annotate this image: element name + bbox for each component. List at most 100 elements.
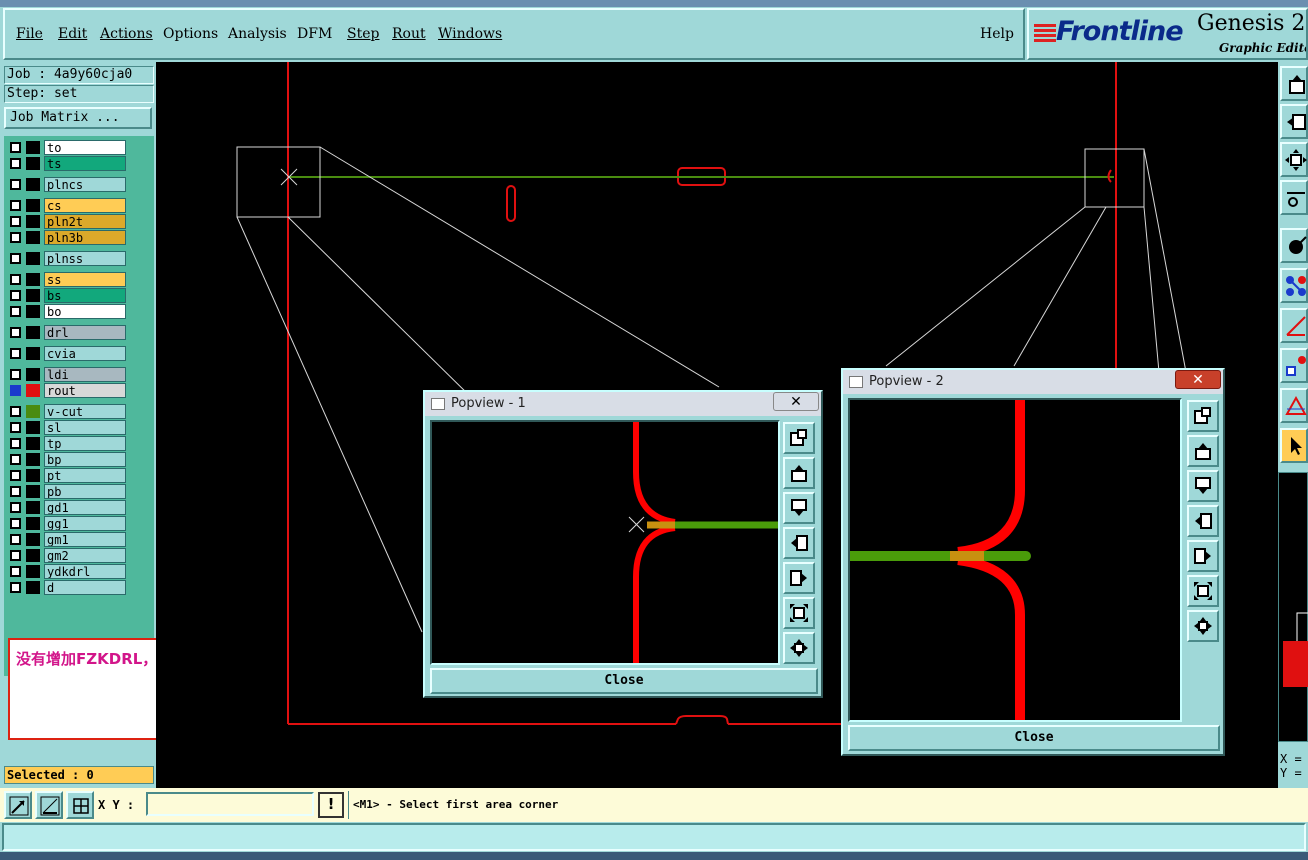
layer-name[interactable]: gm2 xyxy=(44,548,126,563)
layer-name[interactable]: to xyxy=(44,140,126,155)
layer-name[interactable]: ss xyxy=(44,272,126,287)
layer-name[interactable]: bs xyxy=(44,288,126,303)
layer-name[interactable]: d xyxy=(44,580,126,595)
popview-2-fit-button[interactable] xyxy=(1187,575,1219,607)
layer-name[interactable]: bo xyxy=(44,304,126,319)
layer-name[interactable]: pln2t xyxy=(44,214,126,229)
layer-row-tp[interactable]: tp xyxy=(8,436,126,451)
menu-rout[interactable]: Rout xyxy=(392,26,426,42)
layer-row-cvia[interactable]: cvia xyxy=(8,346,126,361)
menu-windows[interactable]: Windows xyxy=(438,26,502,42)
popview-1-fit-button[interactable] xyxy=(783,597,815,629)
layer-checkbox[interactable] xyxy=(10,253,21,264)
nodes-button[interactable] xyxy=(1280,268,1308,303)
mini-map[interactable] xyxy=(1278,472,1308,742)
layer-in-button[interactable] xyxy=(1280,104,1308,139)
layer-name[interactable]: gd1 xyxy=(44,500,126,515)
layer-checkbox[interactable] xyxy=(10,142,21,153)
popview-2-move-down-button[interactable] xyxy=(1187,470,1219,502)
layer-checkbox[interactable] xyxy=(10,179,21,190)
layer-name[interactable]: ydkdrl xyxy=(44,564,126,579)
popview-2-move-left-button[interactable] xyxy=(1187,505,1219,537)
layer-row-plnss[interactable]: plnss xyxy=(8,251,126,266)
popview-1-canvas[interactable] xyxy=(430,420,780,665)
angle-button[interactable] xyxy=(1280,308,1308,343)
layer-row-gm1[interactable]: gm1 xyxy=(8,532,126,547)
layer-checkbox[interactable] xyxy=(10,566,21,577)
layer-name[interactable]: drl xyxy=(44,325,126,340)
menu-file[interactable]: File xyxy=(16,26,43,42)
layer-checkbox[interactable] xyxy=(10,274,21,285)
layer-checkbox[interactable] xyxy=(10,369,21,380)
measure-button[interactable] xyxy=(1280,180,1308,215)
zoom-area-button[interactable] xyxy=(4,791,32,819)
layer-row-plncs[interactable]: plncs xyxy=(8,177,126,192)
layer-name[interactable]: gm1 xyxy=(44,532,126,547)
layer-row-v-cut[interactable]: v-cut xyxy=(8,404,126,419)
zoom-diagonal-button[interactable] xyxy=(35,791,63,819)
popview-1-move-right-button[interactable] xyxy=(783,562,815,594)
layer-name[interactable]: rout xyxy=(44,383,126,398)
layer-checkbox[interactable] xyxy=(10,422,21,433)
layer-name[interactable]: ts xyxy=(44,156,126,171)
layer-row-cs[interactable]: cs xyxy=(8,198,126,213)
layer-row-drl[interactable]: drl xyxy=(8,325,126,340)
popview-2-move-right-button[interactable] xyxy=(1187,540,1219,572)
grid-button[interactable] xyxy=(66,791,94,819)
layer-name[interactable]: tp xyxy=(44,436,126,451)
layer-name[interactable]: v-cut xyxy=(44,404,126,419)
layer-checkbox[interactable] xyxy=(10,486,21,497)
popview-1-move-down-button[interactable] xyxy=(783,492,815,524)
layer-checkbox[interactable] xyxy=(10,502,21,513)
layer-checkbox[interactable] xyxy=(10,306,21,317)
layer-name[interactable]: cs xyxy=(44,198,126,213)
popview-1-move-up-button[interactable] xyxy=(783,457,815,489)
layer-name[interactable]: plncs xyxy=(44,177,126,192)
layer-checkbox[interactable] xyxy=(10,518,21,529)
triangle-button[interactable] xyxy=(1280,388,1308,423)
layer-row-pb[interactable]: pb xyxy=(8,484,126,499)
popview-2-move-up-button[interactable] xyxy=(1187,435,1219,467)
menu-edit[interactable]: Edit xyxy=(58,26,87,42)
layer-name[interactable]: gg1 xyxy=(44,516,126,531)
layer-checkbox[interactable] xyxy=(10,534,21,545)
layer-row-to[interactable]: to xyxy=(8,140,126,155)
popview-2-close-button[interactable]: Close xyxy=(848,725,1220,751)
popview-1-close-icon[interactable]: ✕ xyxy=(773,392,819,411)
popview-1-center-button[interactable] xyxy=(783,632,815,664)
job-matrix-button[interactable]: Job Matrix ... xyxy=(4,107,152,129)
layer-checkbox[interactable] xyxy=(10,385,21,396)
layer-row-gg1[interactable]: gg1 xyxy=(8,516,126,531)
popview-1-close-button[interactable]: Close xyxy=(430,668,818,694)
xy-input[interactable] xyxy=(146,792,314,816)
layer-name[interactable]: sl xyxy=(44,420,126,435)
layer-checkbox[interactable] xyxy=(10,454,21,465)
layer-row-bo[interactable]: bo xyxy=(8,304,126,319)
layer-checkbox[interactable] xyxy=(10,550,21,561)
layer-checkbox[interactable] xyxy=(10,406,21,417)
menu-dfm[interactable]: DFM xyxy=(297,26,332,42)
layer-checkbox[interactable] xyxy=(10,232,21,243)
warning-button[interactable]: ! xyxy=(318,792,344,818)
menu-actions[interactable]: Actions xyxy=(100,26,153,42)
layer-name[interactable]: pln3b xyxy=(44,230,126,245)
layer-row-pln3b[interactable]: pln3b xyxy=(8,230,126,245)
layer-name[interactable]: ldi xyxy=(44,367,126,382)
layer-row-ss[interactable]: ss xyxy=(8,272,126,287)
layer-row-ldi[interactable]: ldi xyxy=(8,367,126,382)
circle-button[interactable] xyxy=(1280,228,1308,263)
layer-up-button[interactable] xyxy=(1280,66,1308,101)
layer-row-gm2[interactable]: gm2 xyxy=(8,548,126,563)
layer-checkbox[interactable] xyxy=(10,216,21,227)
popview-2-center-button[interactable] xyxy=(1187,610,1219,642)
layer-row-gd1[interactable]: gd1 xyxy=(8,500,126,515)
menu-options[interactable]: Options xyxy=(163,26,218,42)
popview-2-canvas[interactable] xyxy=(848,398,1182,722)
layer-checkbox[interactable] xyxy=(10,327,21,338)
layer-row-pln2t[interactable]: pln2t xyxy=(8,214,126,229)
layer-name[interactable]: bp xyxy=(44,452,126,467)
popview-2-zoom-in-button[interactable] xyxy=(1187,400,1219,432)
layer-row-ydkdrl[interactable]: ydkdrl xyxy=(8,564,126,579)
menu-help[interactable]: Help xyxy=(980,26,1014,42)
layer-checkbox[interactable] xyxy=(10,200,21,211)
